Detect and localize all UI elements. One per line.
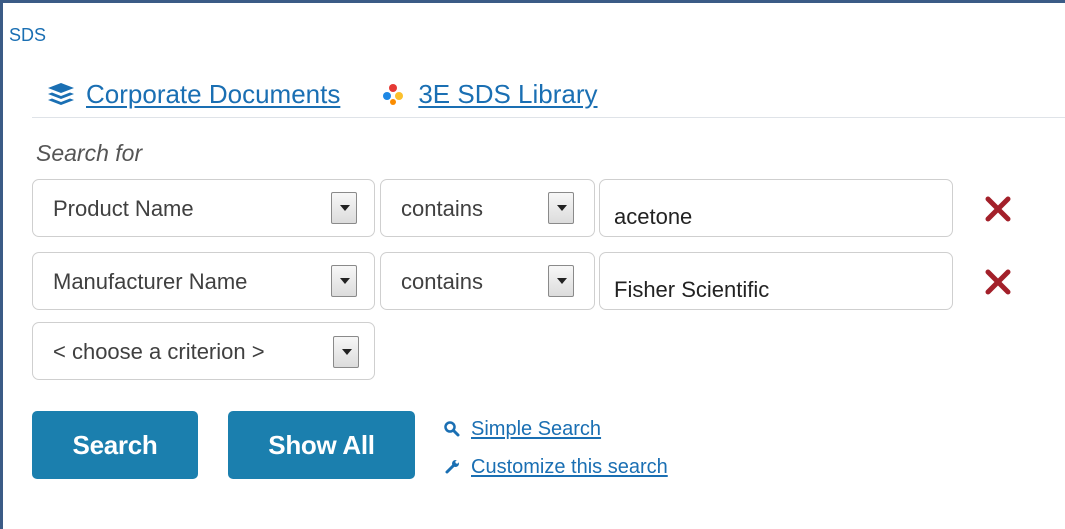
document-source-tabs: Corporate Documents 3E SDS Library <box>44 78 598 110</box>
criterion-operator-select[interactable]: contains <box>380 252 595 310</box>
customize-search-link[interactable]: Customize this search <box>443 454 668 480</box>
search-heading: Search for <box>36 140 143 166</box>
wrench-icon <box>443 458 461 476</box>
chevron-down-icon[interactable] <box>331 192 357 224</box>
tab-3e-sds-library-label[interactable]: 3E SDS Library <box>418 79 597 110</box>
simple-search-link-label[interactable]: Simple Search <box>471 418 601 441</box>
tab-3e-sds-library[interactable]: 3E SDS Library <box>376 79 598 110</box>
criterion-field-value: Product Name <box>53 196 194 221</box>
chevron-down-icon[interactable] <box>331 265 357 297</box>
choose-criterion-placeholder: < choose a criterion > <box>53 339 265 364</box>
show-all-button[interactable]: Show All <box>228 411 415 479</box>
search-icon <box>443 420 461 438</box>
divider <box>32 117 1065 118</box>
criterion-operator-value: contains <box>401 196 483 221</box>
criterion-operator-select[interactable]: contains <box>380 179 595 237</box>
simple-search-link[interactable]: Simple Search <box>443 416 668 442</box>
criterion-operator-value: contains <box>401 269 483 294</box>
remove-criterion-icon[interactable] <box>984 268 1012 296</box>
criterion-field-select[interactable]: Product Name <box>32 179 375 237</box>
search-options-links: Simple Search Customize this search <box>443 416 668 492</box>
search-button[interactable]: Search <box>32 411 198 479</box>
criterion-field-value: Manufacturer Name <box>53 269 248 294</box>
chevron-down-icon[interactable] <box>548 192 574 224</box>
tab-corporate-documents[interactable]: Corporate Documents <box>44 79 340 110</box>
criterion-value-input[interactable] <box>599 179 953 237</box>
customize-search-link-label[interactable]: Customize this search <box>471 456 668 479</box>
3e-logo-icon <box>376 82 410 106</box>
remove-criterion-icon[interactable] <box>984 195 1012 223</box>
section-title: SDS <box>9 25 47 45</box>
criterion-field-select[interactable]: Manufacturer Name <box>32 252 375 310</box>
choose-criterion-select[interactable]: < choose a criterion > <box>32 322 375 380</box>
chevron-down-icon[interactable] <box>333 336 359 368</box>
layers-icon <box>44 82 78 106</box>
tab-corporate-documents-label[interactable]: Corporate Documents <box>86 79 340 110</box>
criterion-value-input[interactable] <box>599 252 953 310</box>
chevron-down-icon[interactable] <box>548 265 574 297</box>
